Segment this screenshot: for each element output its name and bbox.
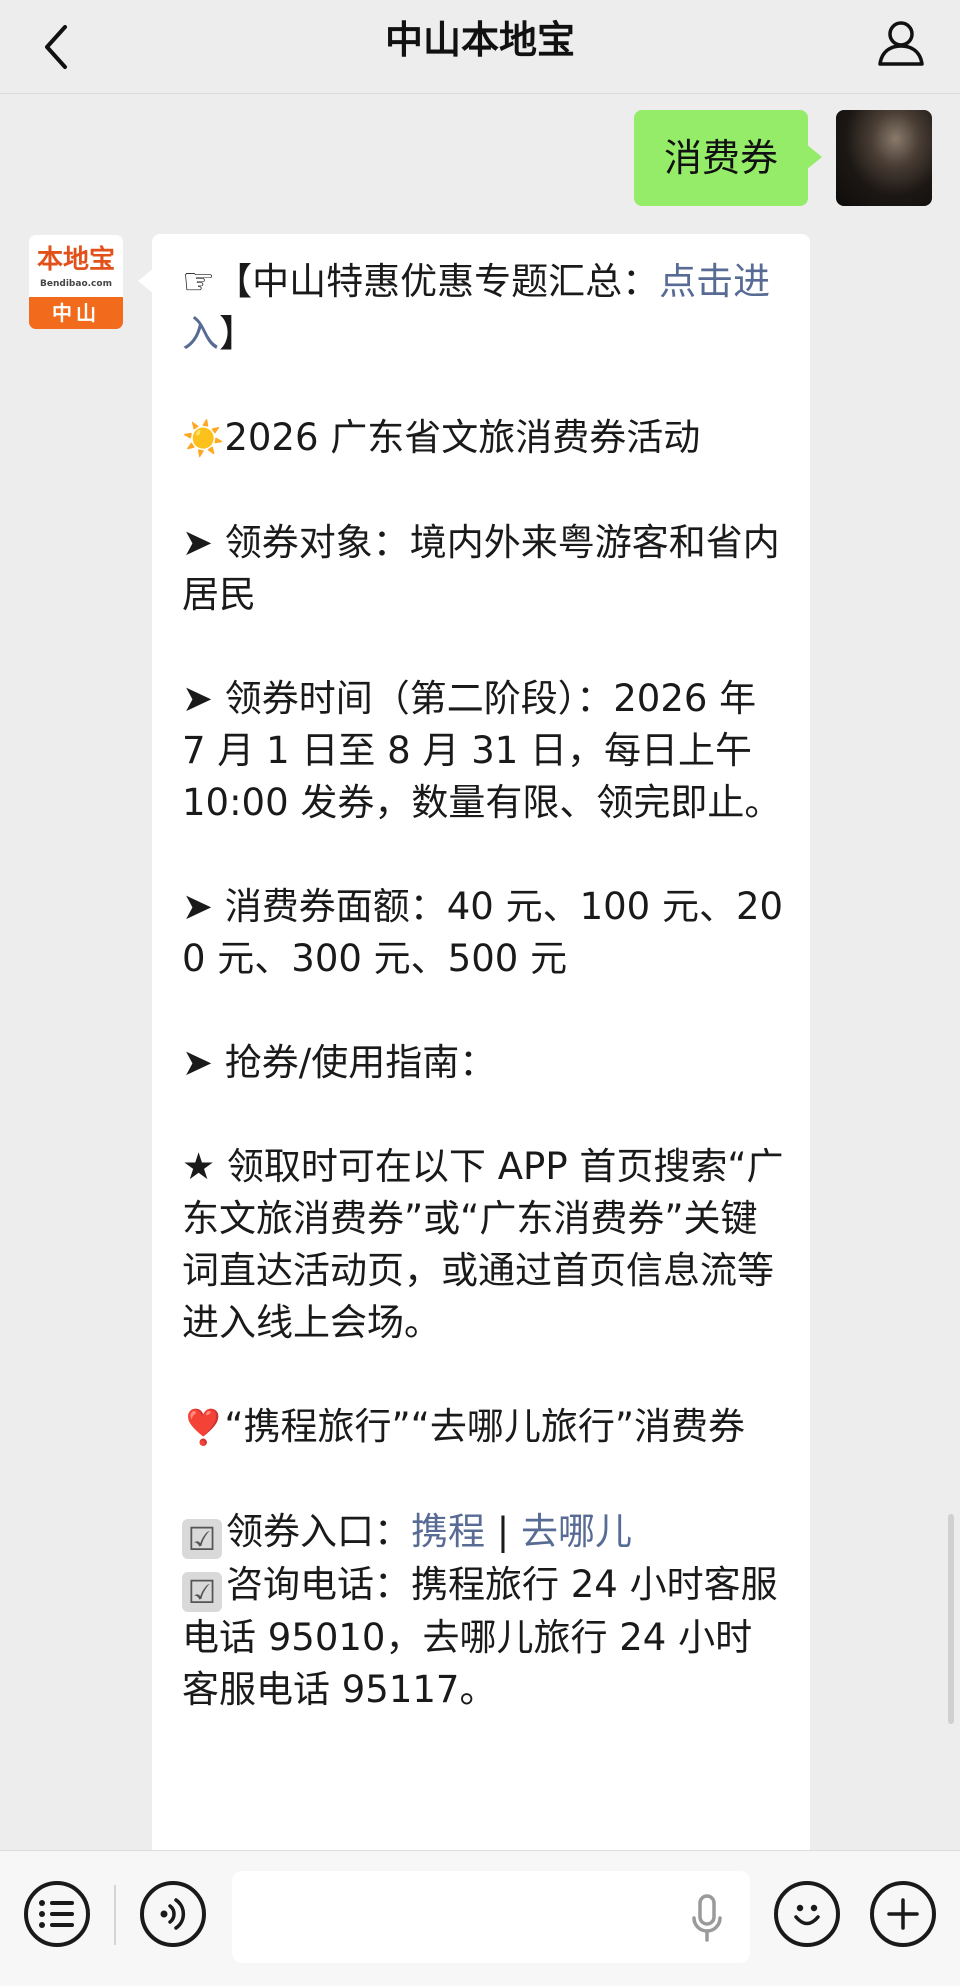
- input-bar: [0, 1850, 960, 1986]
- person-icon: [878, 21, 924, 66]
- voice-icon: [160, 1898, 186, 1930]
- coupon-denominations: ➤ 消费券面额：40 元、100 元、200 元、300 元、500 元: [182, 885, 784, 980]
- scrollbar[interactable]: [948, 1514, 954, 1724]
- sun-icon: ☀️: [182, 419, 225, 459]
- logo-city: 中山: [29, 297, 123, 329]
- user-avatar[interactable]: [836, 110, 932, 206]
- plus-icon: [887, 1898, 919, 1930]
- menu-button[interactable]: [24, 1881, 90, 1947]
- hotline-line: ☑ 咨询电话：携程旅行 24 小时客服电话 95010，去哪儿旅行 24 小时客服…: [182, 1563, 778, 1711]
- bot-avatar[interactable]: 本地宝 Bendibao.com 中山: [28, 234, 124, 330]
- page-title: 中山本地宝: [384, 18, 575, 62]
- chevron-left-icon: [45, 25, 67, 69]
- top-nav-bar: 中山本地宝: [0, 0, 960, 94]
- bot-message-bubble[interactable]: ☞【中山特惠优惠专题汇总：点击进入】 ☀️2026 广东省文旅消费券活动 ➤ 领…: [138, 234, 810, 1850]
- divider: [114, 1885, 116, 1945]
- profile-button[interactable]: [868, 10, 934, 76]
- message-input[interactable]: [232, 1871, 750, 1963]
- activity-title: ☀️2026 广东省文旅消费券活动: [182, 416, 701, 459]
- coupon-entry-line: ☑ 领券入口：携程 | 去哪儿: [182, 1506, 784, 1559]
- platform-coupon-title: ❣️“携程旅行”“去哪儿旅行”消费券: [182, 1405, 746, 1448]
- topic-summary-line: ☞【中山特惠优惠专题汇总：点击进入】: [182, 260, 771, 355]
- target-audience: ➤ 领券对象：境内外来粤游客和省内居民: [182, 521, 780, 616]
- guide-heading: ➤ 抢券/使用指南：: [182, 1041, 497, 1084]
- back-button[interactable]: [26, 14, 86, 80]
- microphone-button[interactable]: [682, 1891, 732, 1947]
- claim-time: ➤ 领券时间（第二阶段）：2026 年 7 月 1 日至 8 月 31 日，每日…: [182, 677, 782, 824]
- microphone-icon: [692, 1894, 722, 1942]
- guide-detail: ★ 领取时可在以下 APP 首页搜索“广东文旅消费券”或“广东消费券”关键词直达…: [182, 1145, 784, 1344]
- more-button[interactable]: [870, 1881, 936, 1947]
- smile-icon: [794, 1904, 820, 1926]
- chat-area[interactable]: 消费券 本地宝 Bendibao.com 中山 ☞【中山特惠优惠专题汇总：点击进…: [0, 94, 960, 1850]
- checkbox-icon: ☑: [182, 1519, 222, 1559]
- qunar-link[interactable]: 去哪儿: [521, 1510, 632, 1553]
- ctrip-link[interactable]: 携程: [411, 1510, 485, 1553]
- list-menu-icon: [39, 1900, 74, 1928]
- emoji-button[interactable]: [774, 1881, 840, 1947]
- logo-url: Bendibao.com: [40, 279, 112, 289]
- voice-button[interactable]: [140, 1881, 206, 1947]
- heart-exclamation-icon: ❣️: [182, 1408, 225, 1448]
- user-message-bubble[interactable]: 消费券: [633, 110, 823, 206]
- checkbox-icon: ☑: [182, 1572, 222, 1612]
